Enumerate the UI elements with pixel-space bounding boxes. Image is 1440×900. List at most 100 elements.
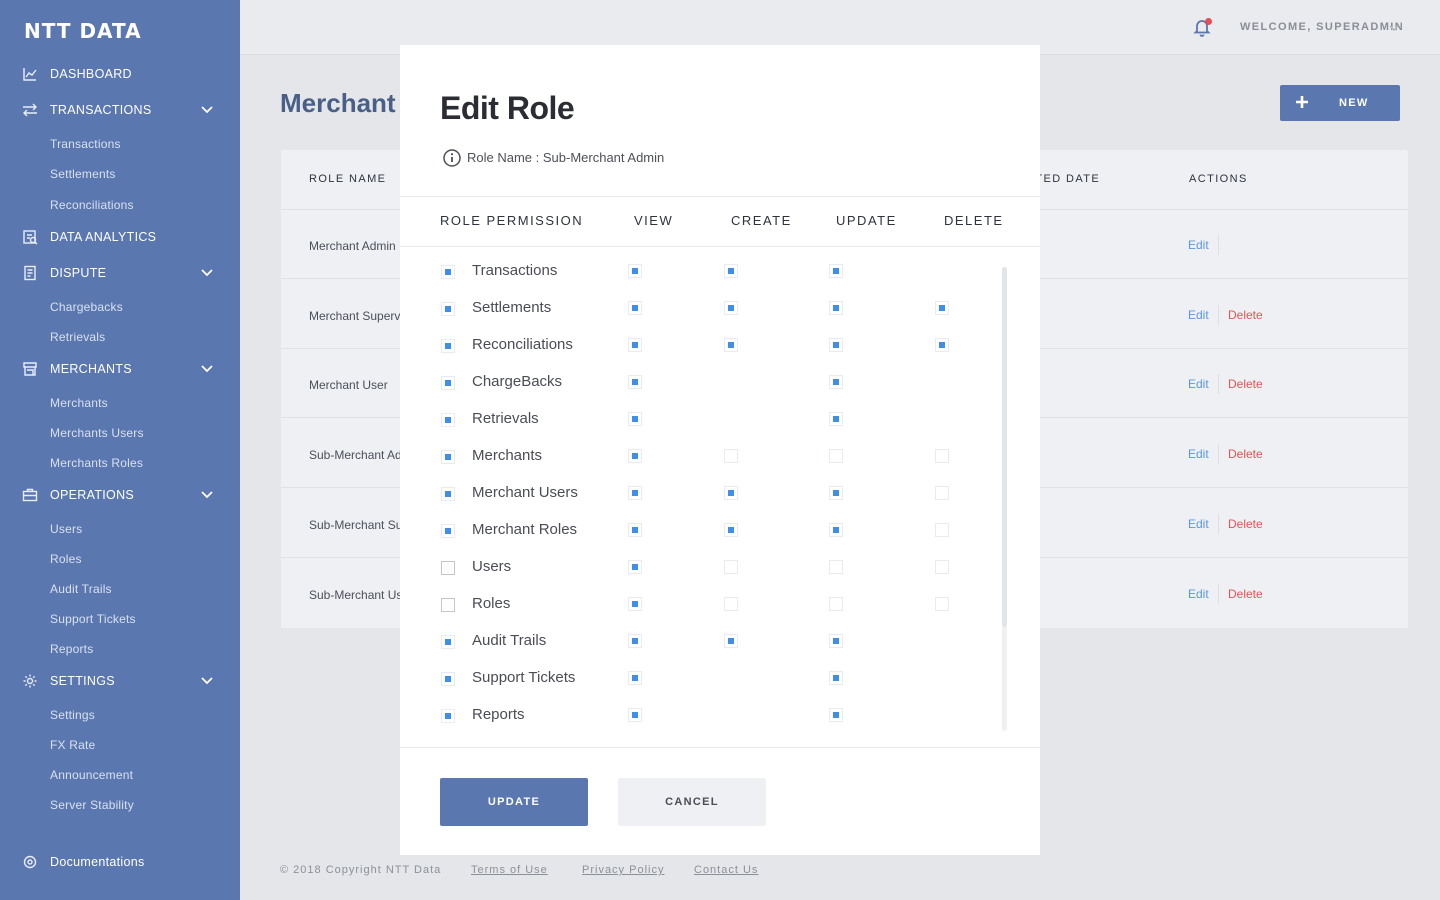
view-checkbox[interactable] xyxy=(628,264,642,278)
nav-sub-audit-trails[interactable]: Audit Trails xyxy=(50,582,112,596)
delete-checkbox[interactable] xyxy=(935,560,949,574)
new-role-button[interactable]: NEW xyxy=(1280,85,1400,121)
chevron-down-icon[interactable] xyxy=(200,103,214,117)
nav-sub-settlements[interactable]: Settlements xyxy=(50,167,116,181)
row-checkbox[interactable] xyxy=(441,524,455,538)
edit-link[interactable]: Edit xyxy=(1188,377,1209,391)
update-checkbox[interactable] xyxy=(829,523,843,537)
create-checkbox[interactable] xyxy=(724,338,738,352)
update-checkbox[interactable] xyxy=(829,634,843,648)
view-checkbox[interactable] xyxy=(628,523,642,537)
delete-checkbox[interactable] xyxy=(935,301,949,315)
row-checkbox[interactable] xyxy=(441,561,455,575)
create-checkbox[interactable] xyxy=(724,449,738,463)
row-checkbox[interactable] xyxy=(441,302,455,316)
delete-link[interactable]: Delete xyxy=(1228,587,1263,601)
nav-operations[interactable]: OPERATIONS xyxy=(22,485,134,505)
nav-sub-merchants[interactable]: Merchants xyxy=(50,396,108,410)
delete-checkbox[interactable] xyxy=(935,523,949,537)
update-checkbox[interactable] xyxy=(829,560,843,574)
view-checkbox[interactable] xyxy=(628,671,642,685)
nav-documentations[interactable]: Documentations xyxy=(22,852,145,872)
edit-link[interactable]: Edit xyxy=(1188,587,1209,601)
row-checkbox[interactable] xyxy=(441,635,455,649)
row-checkbox[interactable] xyxy=(441,376,455,390)
chevron-down-icon[interactable] xyxy=(200,266,214,280)
delete-checkbox[interactable] xyxy=(935,597,949,611)
create-checkbox[interactable] xyxy=(724,264,738,278)
update-checkbox[interactable] xyxy=(829,597,843,611)
nav-sub-roles[interactable]: Roles xyxy=(50,552,82,566)
edit-link[interactable]: Edit xyxy=(1188,517,1209,531)
nav-sub-users[interactable]: Users xyxy=(50,522,82,536)
create-checkbox[interactable] xyxy=(724,486,738,500)
chevron-down-icon[interactable] xyxy=(200,362,214,376)
contact-link[interactable]: Contact Us xyxy=(694,864,758,876)
cancel-button[interactable]: CANCEL xyxy=(618,778,766,826)
row-checkbox[interactable] xyxy=(441,265,455,279)
update-checkbox[interactable] xyxy=(829,338,843,352)
view-checkbox[interactable] xyxy=(628,375,642,389)
view-checkbox[interactable] xyxy=(628,301,642,315)
nav-sub-reconciliations[interactable]: Reconciliations xyxy=(50,198,134,212)
nav-sub-server-stability[interactable]: Server Stability xyxy=(50,798,134,812)
nav-sub-retrievals[interactable]: Retrievals xyxy=(50,330,105,344)
edit-link[interactable]: Edit xyxy=(1188,447,1209,461)
view-checkbox[interactable] xyxy=(628,708,642,722)
delete-checkbox[interactable] xyxy=(935,338,949,352)
create-checkbox[interactable] xyxy=(724,597,738,611)
create-checkbox[interactable] xyxy=(724,301,738,315)
chevron-down-icon[interactable] xyxy=(200,674,214,688)
update-button[interactable]: UPDATE xyxy=(440,778,588,826)
nav-merchants[interactable]: MERCHANTS xyxy=(22,359,132,379)
delete-link[interactable]: Delete xyxy=(1228,447,1263,461)
create-checkbox[interactable] xyxy=(724,523,738,537)
update-checkbox[interactable] xyxy=(829,708,843,722)
delete-link[interactable]: Delete xyxy=(1228,308,1263,322)
row-checkbox[interactable] xyxy=(441,709,455,723)
chevron-down-icon[interactable] xyxy=(200,488,214,502)
view-checkbox[interactable] xyxy=(628,634,642,648)
update-checkbox[interactable] xyxy=(829,412,843,426)
create-checkbox[interactable] xyxy=(724,560,738,574)
nav-sub-support-tickets[interactable]: Support Tickets xyxy=(50,612,136,626)
edit-link[interactable]: Edit xyxy=(1188,238,1209,252)
view-checkbox[interactable] xyxy=(628,560,642,574)
delete-link[interactable]: Delete xyxy=(1228,517,1263,531)
update-checkbox[interactable] xyxy=(829,375,843,389)
delete-link[interactable]: Delete xyxy=(1228,377,1263,391)
nav-sub-chargebacks[interactable]: Chargebacks xyxy=(50,300,123,314)
row-checkbox[interactable] xyxy=(441,413,455,427)
chevron-down-icon[interactable] xyxy=(1388,21,1400,33)
edit-link[interactable]: Edit xyxy=(1188,308,1209,322)
user-menu[interactable]: WELCOME, SUPERADMIN xyxy=(1240,21,1404,33)
row-checkbox[interactable] xyxy=(441,487,455,501)
view-checkbox[interactable] xyxy=(628,597,642,611)
update-checkbox[interactable] xyxy=(829,671,843,685)
delete-checkbox[interactable] xyxy=(935,449,949,463)
update-checkbox[interactable] xyxy=(829,486,843,500)
nav-data-analytics[interactable]: DATA ANALYTICS xyxy=(22,227,156,247)
privacy-link[interactable]: Privacy Policy xyxy=(582,864,664,876)
update-checkbox[interactable] xyxy=(829,301,843,315)
terms-link[interactable]: Terms of Use xyxy=(471,864,548,876)
nav-sub-announcement[interactable]: Announcement xyxy=(50,768,133,782)
row-checkbox[interactable] xyxy=(441,450,455,464)
create-checkbox[interactable] xyxy=(724,634,738,648)
view-checkbox[interactable] xyxy=(628,412,642,426)
nav-sub-merchants-users[interactable]: Merchants Users xyxy=(50,426,144,440)
nav-settings[interactable]: SETTINGS xyxy=(22,671,115,691)
row-checkbox[interactable] xyxy=(441,598,455,612)
scrollbar-thumb[interactable] xyxy=(1002,267,1007,627)
ntt-data-logo[interactable]: NTT DATA xyxy=(24,19,142,43)
row-checkbox[interactable] xyxy=(441,339,455,353)
update-checkbox[interactable] xyxy=(829,449,843,463)
delete-checkbox[interactable] xyxy=(935,486,949,500)
nav-sub-reports[interactable]: Reports xyxy=(50,642,93,656)
nav-sub-settings[interactable]: Settings xyxy=(50,708,95,722)
nav-sub-transactions[interactable]: Transactions xyxy=(50,137,121,151)
view-checkbox[interactable] xyxy=(628,338,642,352)
nav-sub-merchants-roles[interactable]: Merchants Roles xyxy=(50,456,143,470)
view-checkbox[interactable] xyxy=(628,449,642,463)
view-checkbox[interactable] xyxy=(628,486,642,500)
